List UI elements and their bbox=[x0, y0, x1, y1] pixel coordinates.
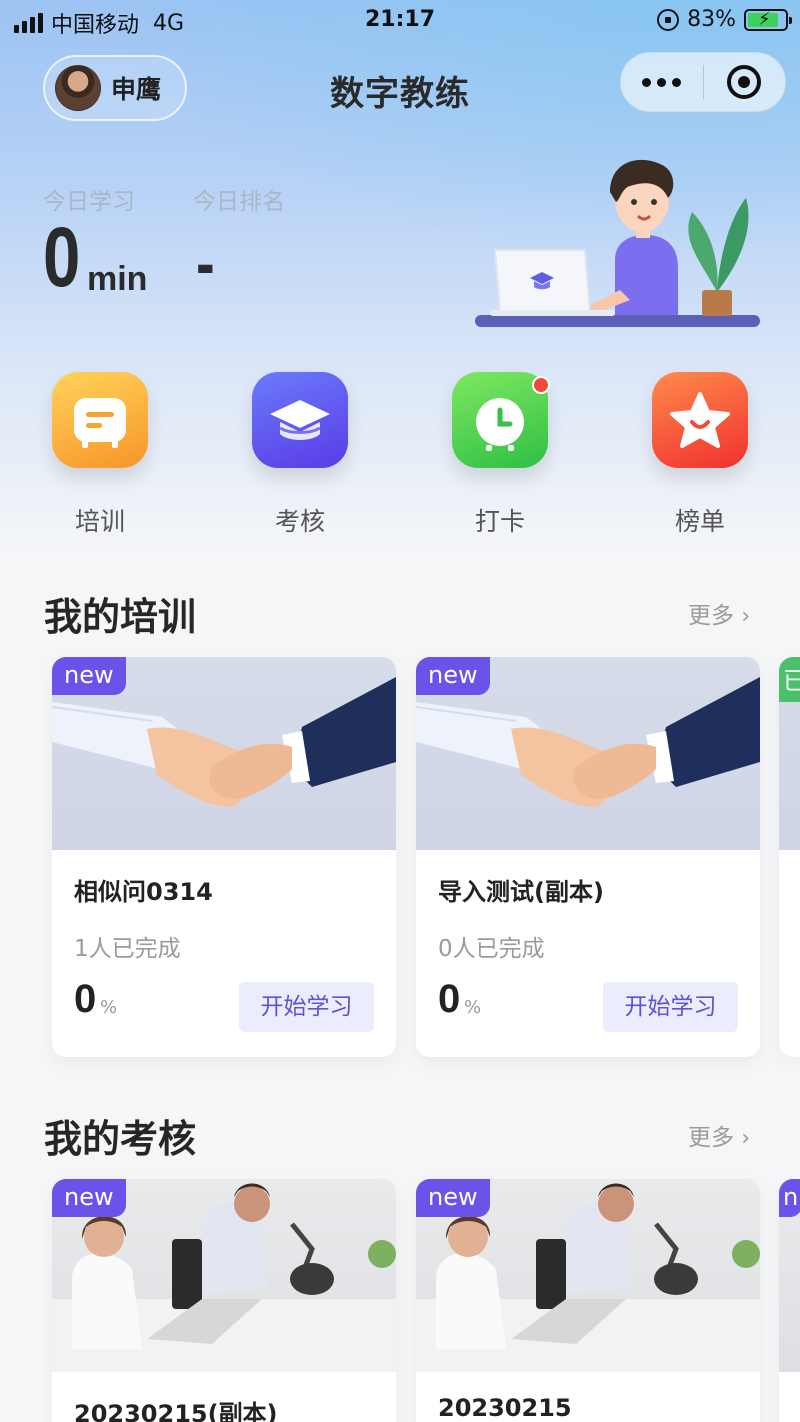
completed-badge: 已 bbox=[779, 657, 800, 702]
study-minutes: 0 bbox=[43, 210, 81, 304]
new-badge: new bbox=[52, 1179, 126, 1217]
target-icon bbox=[727, 65, 762, 99]
percent-unit: % bbox=[464, 997, 482, 1018]
exam-card[interactable]: new 20230215 bbox=[416, 1179, 760, 1422]
handshake-image: 已 bbox=[779, 657, 800, 850]
new-badge: new bbox=[416, 657, 490, 695]
training-more-link[interactable]: 更多 › bbox=[688, 596, 750, 630]
chevron-right-icon: › bbox=[741, 1126, 751, 1151]
study-value: 0 min bbox=[43, 212, 163, 312]
exam-title: 20230215 bbox=[438, 1394, 572, 1422]
office-image: new bbox=[416, 1179, 760, 1372]
office-image: n bbox=[779, 1179, 800, 1372]
graduation-cap-icon bbox=[252, 372, 348, 468]
menu-leaderboard[interactable]: 榜单 bbox=[650, 372, 750, 538]
close-miniprogram-button[interactable] bbox=[704, 65, 786, 99]
completion-count: 0人已完成 bbox=[438, 936, 545, 962]
new-badge: n bbox=[779, 1179, 800, 1217]
training-card[interactable]: new 相似问0314 1人已完成 0 % 开始学习 bbox=[52, 657, 396, 1057]
percent-unit: % bbox=[100, 997, 118, 1018]
exam-section-title: 我的考核 bbox=[44, 1117, 197, 1161]
completion-count: 1人已完成 bbox=[74, 936, 181, 962]
study-unit: min bbox=[87, 260, 148, 298]
more-options-button[interactable] bbox=[621, 77, 703, 87]
more-dots-icon bbox=[642, 77, 652, 87]
training-icon bbox=[52, 372, 148, 468]
menu-leaderboard-label: 榜单 bbox=[674, 507, 725, 536]
clock-icon bbox=[452, 372, 550, 468]
start-learning-button[interactable]: 开始学习 bbox=[239, 982, 374, 1032]
study-illustration bbox=[475, 159, 760, 327]
status-bar: 中国移动 4G 21:17 83% ⚡ bbox=[0, 0, 800, 42]
training-title: 相似问0314 bbox=[74, 878, 213, 906]
progress-percent: 0 bbox=[74, 977, 97, 1021]
menu-training-label: 培训 bbox=[74, 507, 125, 536]
start-learning-button[interactable]: 开始学习 bbox=[603, 982, 738, 1032]
menu-checkin-label: 打卡 bbox=[474, 507, 525, 536]
training-title: 导入测试(副本) bbox=[438, 878, 604, 906]
rank-label: 今日排名 bbox=[193, 189, 285, 215]
training-card[interactable]: new 导入测试(副本) 0人已完成 0 % 开始学习 bbox=[416, 657, 760, 1057]
training-section-title: 我的培训 bbox=[44, 595, 197, 639]
exam-card[interactable]: new 20230215(副本) bbox=[52, 1179, 396, 1422]
menu-exam-label: 考核 bbox=[274, 507, 325, 536]
battery-percent: 83% bbox=[687, 7, 736, 32]
handshake-image: new bbox=[52, 657, 396, 850]
notification-dot bbox=[532, 376, 550, 394]
battery-icon: ⚡ bbox=[744, 8, 792, 31]
training-card-partial[interactable]: 已 bbox=[779, 657, 800, 1057]
handshake-image: new bbox=[416, 657, 760, 850]
rotation-lock-icon bbox=[657, 8, 680, 31]
progress-percent: 0 bbox=[438, 977, 461, 1021]
office-image: new bbox=[52, 1179, 396, 1372]
menu-checkin[interactable]: 打卡 bbox=[450, 372, 550, 538]
rank-value: - bbox=[196, 224, 215, 302]
menu-training[interactable]: 培训 bbox=[50, 372, 150, 538]
exam-title: 20230215(副本) bbox=[74, 1400, 278, 1422]
exam-card-partial[interactable]: n bbox=[779, 1179, 800, 1422]
exam-more-link[interactable]: 更多 › bbox=[688, 1118, 750, 1152]
miniprogram-capsule bbox=[620, 52, 786, 112]
new-badge: new bbox=[52, 657, 126, 695]
star-icon bbox=[652, 372, 748, 468]
menu-exam[interactable]: 考核 bbox=[250, 372, 350, 538]
chevron-right-icon: › bbox=[741, 604, 751, 629]
new-badge: new bbox=[416, 1179, 490, 1217]
